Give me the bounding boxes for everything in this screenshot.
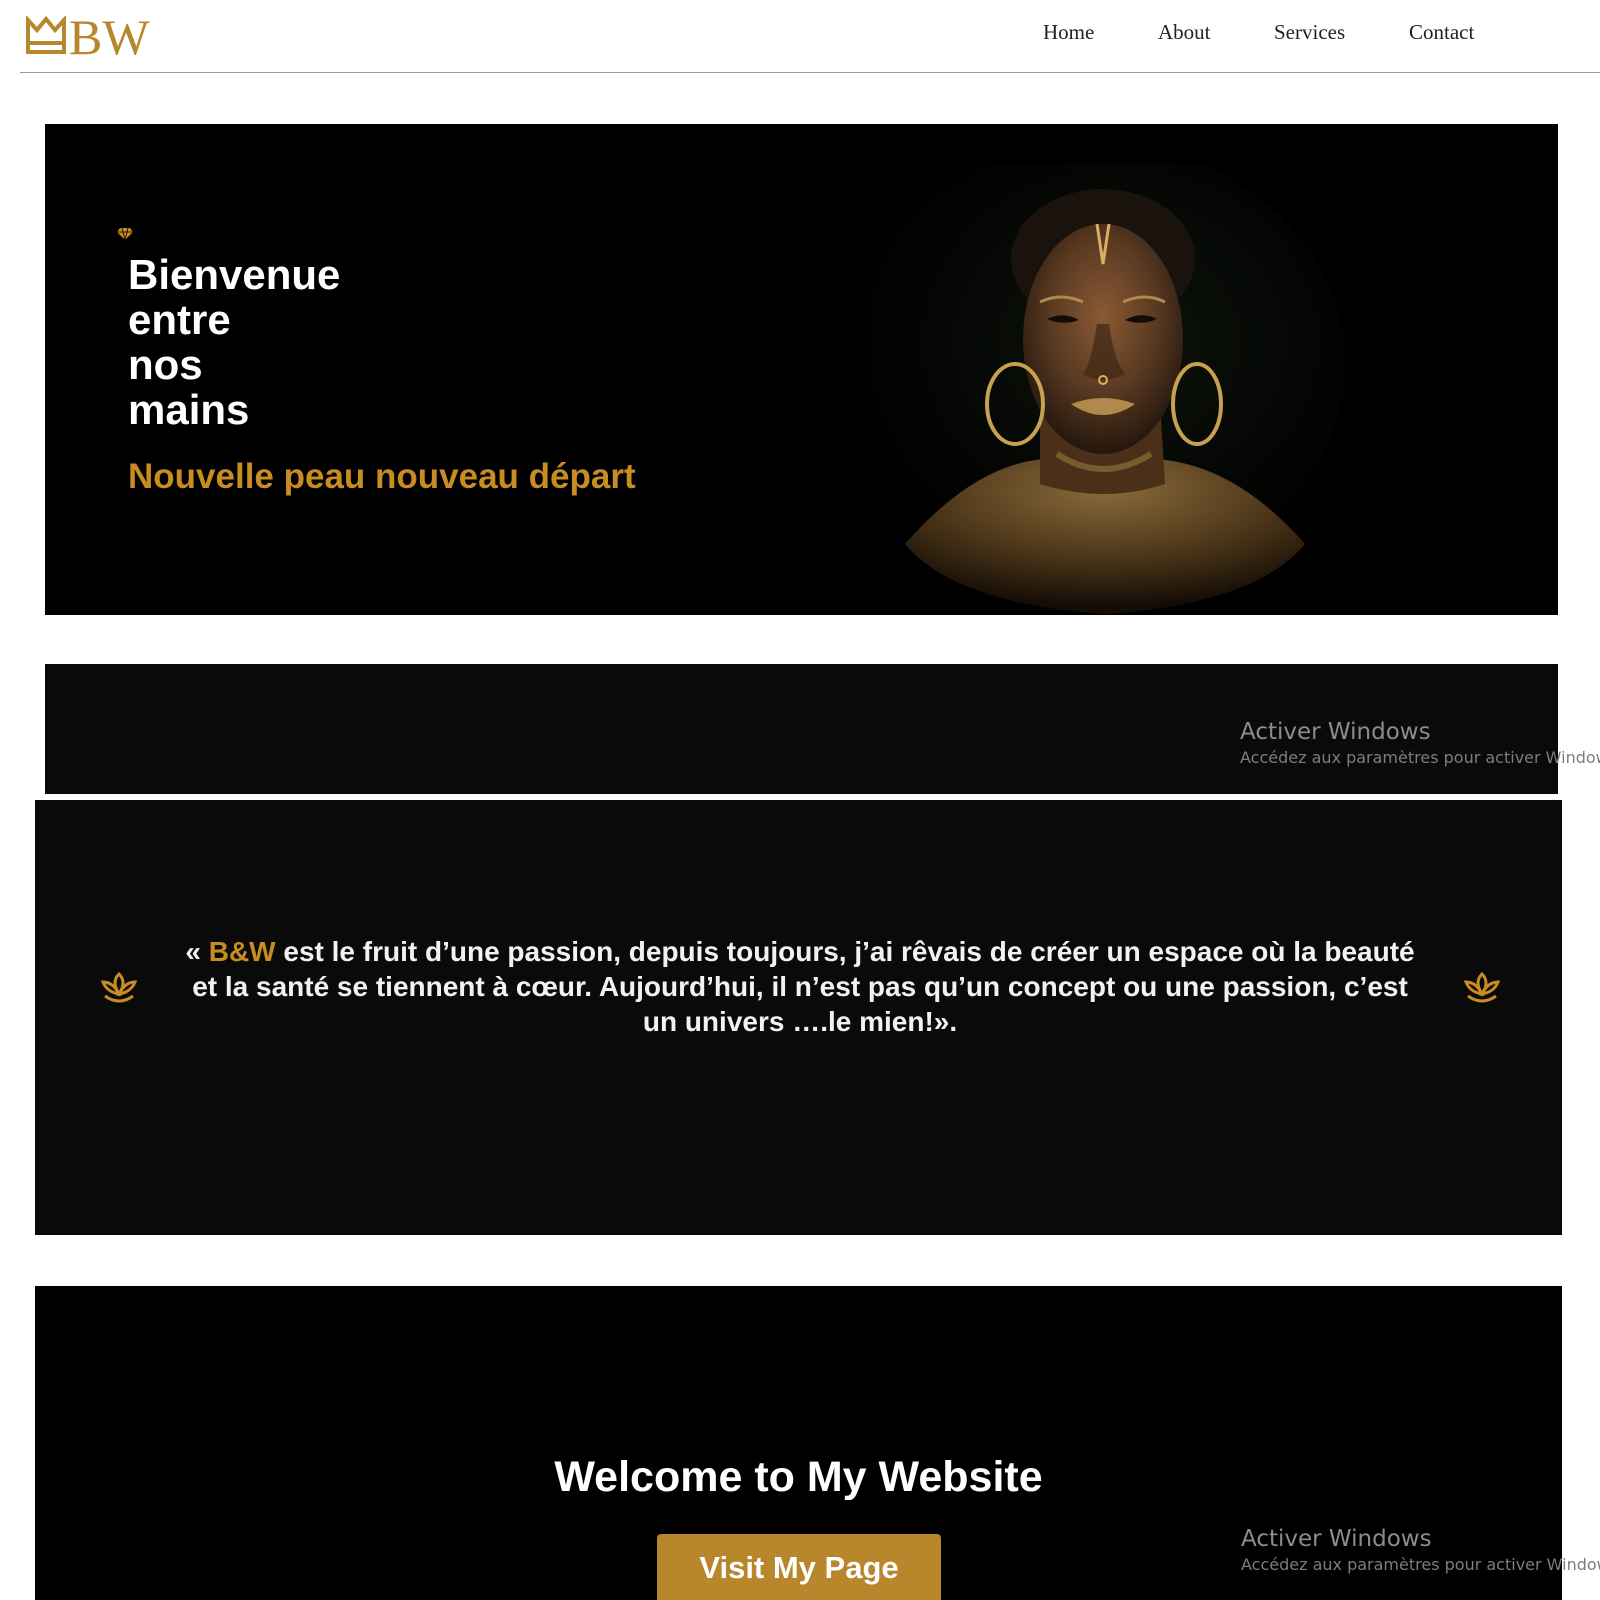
diamond-icon xyxy=(117,227,133,241)
nav-about[interactable]: About xyxy=(1158,20,1211,45)
watermark-title: Activer Windows xyxy=(1240,719,1431,745)
quote-body: est le fruit d’une passion, depuis toujo… xyxy=(192,936,1415,1037)
crown-icon xyxy=(26,16,66,54)
logo-text: BW xyxy=(69,9,150,65)
watermark-title: Activer Windows xyxy=(1241,1526,1432,1552)
site-logo[interactable]: BW xyxy=(25,12,150,62)
hero-banner: Bienvenue entre nos mains Nouvelle peau … xyxy=(45,124,1558,615)
nav-home[interactable]: Home xyxy=(1043,20,1094,45)
hero-title-line: entre xyxy=(128,296,231,343)
quote-section: « B&W est le fruit d’une passion, depuis… xyxy=(35,800,1562,1235)
watermark-subtitle: Accédez aux paramètres pour activer Wind… xyxy=(1240,748,1600,767)
portrait-image xyxy=(845,164,1345,614)
lotus-icon xyxy=(100,971,138,1003)
visit-page-button[interactable]: Visit My Page xyxy=(657,1534,941,1600)
site-header: BW Home About Services Contact xyxy=(20,0,1600,73)
quote-text: « B&W est le fruit d’une passion, depuis… xyxy=(185,934,1415,1039)
quote-brand: B&W xyxy=(208,936,276,967)
nav-services[interactable]: Services xyxy=(1274,20,1345,45)
page: BW Home About Services Contact Bienvenue… xyxy=(0,0,1600,1600)
hero-subtitle: Nouvelle peau nouveau départ xyxy=(128,457,636,496)
hero-title-line: mains xyxy=(128,386,250,433)
windows-activation-watermark: Activer Windows Accédez aux paramètres p… xyxy=(1240,717,1600,769)
hero-title-line: nos xyxy=(128,341,203,388)
hero-title: Bienvenue entre nos mains xyxy=(128,252,428,432)
hero-title-line: Bienvenue xyxy=(128,251,341,298)
welcome-title: Welcome to My Website xyxy=(554,1453,1043,1501)
lotus-icon xyxy=(1463,971,1501,1003)
watermark-subtitle: Accédez aux paramètres pour activer Wind… xyxy=(1241,1555,1600,1574)
windows-activation-watermark: Activer Windows Accédez aux paramètres p… xyxy=(1241,1524,1600,1576)
quote-open: « xyxy=(185,936,209,967)
nav-contact[interactable]: Contact xyxy=(1409,20,1474,45)
